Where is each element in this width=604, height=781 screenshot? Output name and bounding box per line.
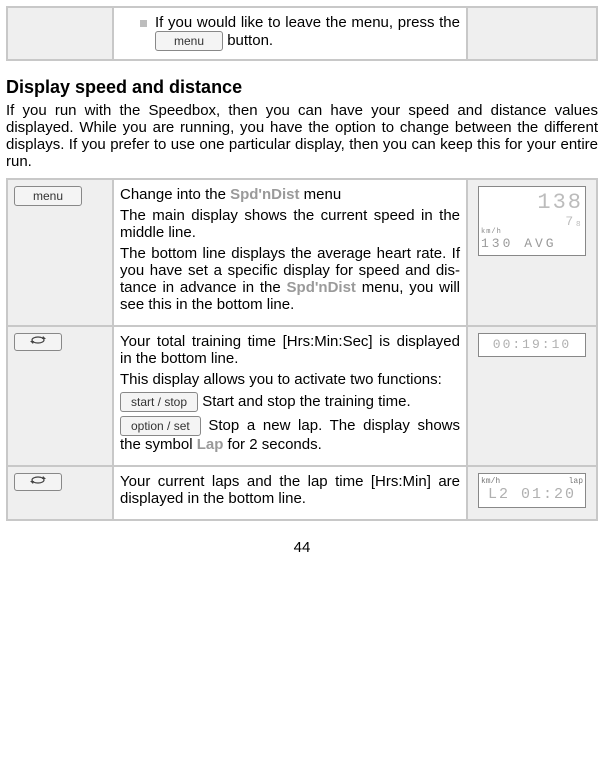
row2-left	[7, 326, 113, 466]
row3-right: km/h lap L2 01:20	[467, 466, 597, 520]
row1-p1-post: menu	[300, 186, 342, 203]
row2-line2: This display allows you to activate two …	[120, 371, 460, 388]
row2-line3: start / stop Start and stop the training…	[120, 392, 460, 412]
disp3-main: L2 01:20	[481, 487, 583, 504]
start-stop-button[interactable]: start / stop	[120, 392, 198, 412]
row3-line1: Your current laps and the lap time [Hrs:…	[120, 473, 460, 507]
disp2-time: 00:19:10	[481, 338, 583, 352]
table-row: Your current laps and the lap time [Hrs:…	[7, 466, 597, 520]
top-mid-cell: If you would like to leave the menu, pre…	[113, 7, 467, 60]
row2-line4: option / set Stop a new lap. The dis­pla…	[120, 416, 460, 453]
row1-line2: The main display shows the current speed…	[120, 207, 460, 241]
menu-button[interactable]: menu	[14, 186, 82, 206]
row2-mid: Your total training time [Hrs:Min:Sec] i…	[113, 326, 467, 466]
row1-line3: The bottom line displays the aver­age he…	[120, 245, 460, 313]
row1-left: menu	[7, 179, 113, 326]
table-row: menu Change into the Spd'nDist menu The …	[7, 179, 597, 326]
cycle-icon	[29, 474, 47, 486]
bullet-square-icon	[140, 20, 147, 27]
page-number: 44	[6, 539, 598, 556]
row1-mid: Change into the Spd'nDist menu The main …	[113, 179, 467, 326]
spdndist-emph: Spd'nDist	[230, 186, 299, 203]
row2-p3: Start and stop the training time.	[198, 393, 411, 410]
lap-emph: Lap	[197, 436, 224, 453]
top-fragment-table: If you would like to leave the menu, pre…	[6, 6, 598, 61]
menu-button-inline[interactable]: menu	[155, 31, 223, 51]
display-sample-3: km/h lap L2 01:20	[478, 473, 586, 508]
row2-right: 00:19:10	[467, 326, 597, 466]
top-right-cell	[467, 7, 597, 60]
row1-right: 138 7₈ km/h 130 AVG	[467, 179, 597, 326]
cycle-icon	[29, 334, 47, 346]
leave-menu-bullet: If you would like to leave the menu, pre…	[120, 14, 460, 51]
row1-line1: Change into the Spd'nDist menu	[120, 186, 460, 203]
instruction-table: menu Change into the Spd'nDist menu The …	[6, 178, 598, 521]
row2-p4-post: for 2 seconds.	[223, 436, 321, 453]
section-heading: Display speed and distance	[6, 77, 598, 98]
top-left-cell	[7, 7, 113, 60]
row2-line1: Your total training time [Hrs:Min:Sec] i…	[120, 333, 460, 367]
display-sample-2: 00:19:10	[478, 333, 586, 357]
row3-left	[7, 466, 113, 520]
bullet-text: If you would like to leave the menu, pre…	[155, 14, 460, 51]
cycle-button-2[interactable]	[14, 473, 62, 491]
disp1-sub: 7₈	[481, 215, 583, 229]
row1-p1-pre: Change into the	[120, 186, 230, 203]
leave-menu-post: button.	[227, 32, 273, 49]
table-row: Your total training time [Hrs:Min:Sec] i…	[7, 326, 597, 466]
display-sample-1: 138 7₈ km/h 130 AVG	[478, 186, 586, 256]
disp1-bottom: 130 AVG	[481, 237, 583, 251]
cycle-button[interactable]	[14, 333, 62, 351]
spdndist-emph-2: Spd'nDist	[287, 279, 356, 296]
disp1-big: 138	[481, 191, 583, 215]
section-paragraph: If you run with the Speedbox, then you c…	[6, 102, 598, 170]
row3-mid: Your current laps and the lap time [Hrs:…	[113, 466, 467, 520]
leave-menu-pre: If you would like to leave the menu, pre…	[155, 14, 460, 31]
option-set-button[interactable]: option / set	[120, 416, 201, 436]
